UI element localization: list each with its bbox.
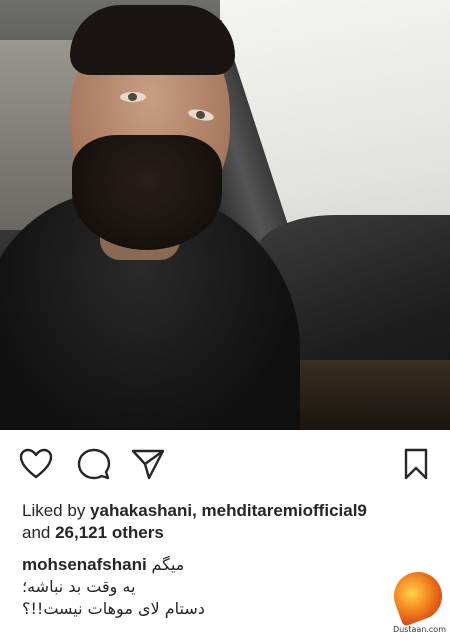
likes-summary: Liked by yahakashani, mehditaremiofficia… <box>22 500 442 544</box>
save-button[interactable] <box>398 446 434 482</box>
watermark-logo: Dustaan.com <box>387 565 449 634</box>
heart-icon <box>19 448 53 479</box>
person-beard <box>72 135 222 250</box>
comment-button[interactable] <box>76 446 112 482</box>
flame-logo-icon <box>387 565 449 627</box>
like-button[interactable] <box>18 446 54 482</box>
caption-line-3: دستام لای موهات نیست!!؟ <box>22 599 205 618</box>
bookmark-icon <box>404 448 428 480</box>
car-door-trim <box>300 360 450 430</box>
post-action-bar <box>0 446 450 486</box>
person-hair <box>70 5 235 75</box>
likes-and: and <box>22 523 56 542</box>
post-photo[interactable] <box>0 0 450 430</box>
liked-by-users-link[interactable]: yahakashani, mehditaremiofficial9 <box>90 501 367 520</box>
person-eye-left <box>120 92 146 102</box>
caption-username-link[interactable]: mohsenafshani <box>22 555 147 574</box>
likes-count-link[interactable]: 26,121 others <box>55 523 164 542</box>
post-caption: mohsenafshani میگم یه وقت بد نباشه؛ دستا… <box>22 554 394 620</box>
watermark-domain: Dustaan.com <box>392 625 446 634</box>
caption-line-2: یه وقت بد نباشه؛ <box>22 577 136 596</box>
share-button[interactable] <box>130 446 166 482</box>
likes-prefix: Liked by <box>22 501 91 520</box>
paper-plane-icon <box>131 449 165 480</box>
caption-line-1: میگم <box>151 555 185 574</box>
comment-bubble-icon <box>77 448 111 480</box>
